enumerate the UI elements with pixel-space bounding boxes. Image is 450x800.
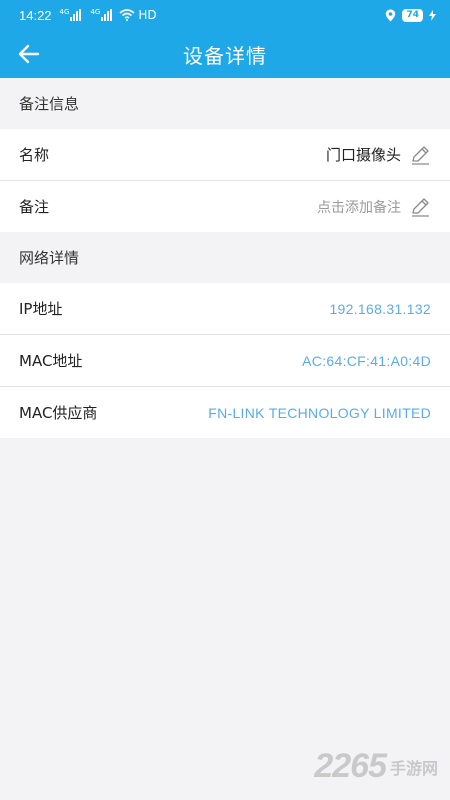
ip-label: IP地址 [19, 300, 63, 318]
vendor-label: MAC供应商 [19, 404, 98, 422]
name-label: 名称 [19, 146, 50, 164]
status-bar: 14:22 4G 4G HD 74 [0, 0, 450, 30]
section-header-network: 网络详情 [19, 248, 80, 267]
charging-icon [429, 9, 436, 21]
network-label: HD [138, 8, 157, 22]
name-value: 门口摄像头 [325, 146, 401, 164]
watermark-logo: 2265 手游网 [314, 747, 438, 786]
ip-row: IP地址 192.168.31.132 [0, 283, 450, 334]
remark-row[interactable]: 备注 点击添加备注 [0, 181, 450, 232]
remark-label: 备注 [19, 198, 50, 216]
wifi-icon [119, 9, 135, 21]
vendor-row: MAC供应商 FN-LINK TECHNOLOGY LIMITED [0, 387, 450, 438]
network-indicator: HD [119, 8, 157, 22]
mac-value: AC:64:CF:41:A0:4D [302, 352, 431, 369]
page-title: 设备详情 [183, 44, 267, 68]
section-header-remark: 备注信息 [19, 94, 80, 113]
edit-name-icon[interactable] [409, 144, 431, 166]
remark-value-wrap: 点击添加备注 [317, 196, 431, 218]
edit-remark-icon[interactable] [409, 196, 431, 218]
name-value-wrap: 门口摄像头 [326, 144, 431, 166]
signal-icon: 4G [60, 9, 83, 21]
signal-label: 4G [59, 8, 70, 16]
mac-row: MAC地址 AC:64:CF:41:A0:4D [0, 335, 450, 386]
location-icon [386, 9, 396, 21]
status-time: 14:22 [19, 7, 52, 23]
app-bar: 设备详情 [0, 30, 450, 78]
vendor-value: FN-LINK TECHNOLOGY LIMITED [208, 404, 431, 421]
ip-value: 192.168.31.132 [329, 300, 431, 317]
battery-indicator: 74 [402, 8, 423, 22]
name-row[interactable]: 名称 门口摄像头 [0, 129, 450, 180]
signal-label-2: 4G [90, 8, 101, 16]
watermark-text: 手游网 [389, 758, 438, 778]
remark-placeholder[interactable]: 点击添加备注 [317, 197, 401, 217]
signal-icon-2: 4G [90, 9, 113, 21]
watermark-number: 2265 [314, 747, 387, 785]
mac-label: MAC地址 [19, 352, 83, 370]
